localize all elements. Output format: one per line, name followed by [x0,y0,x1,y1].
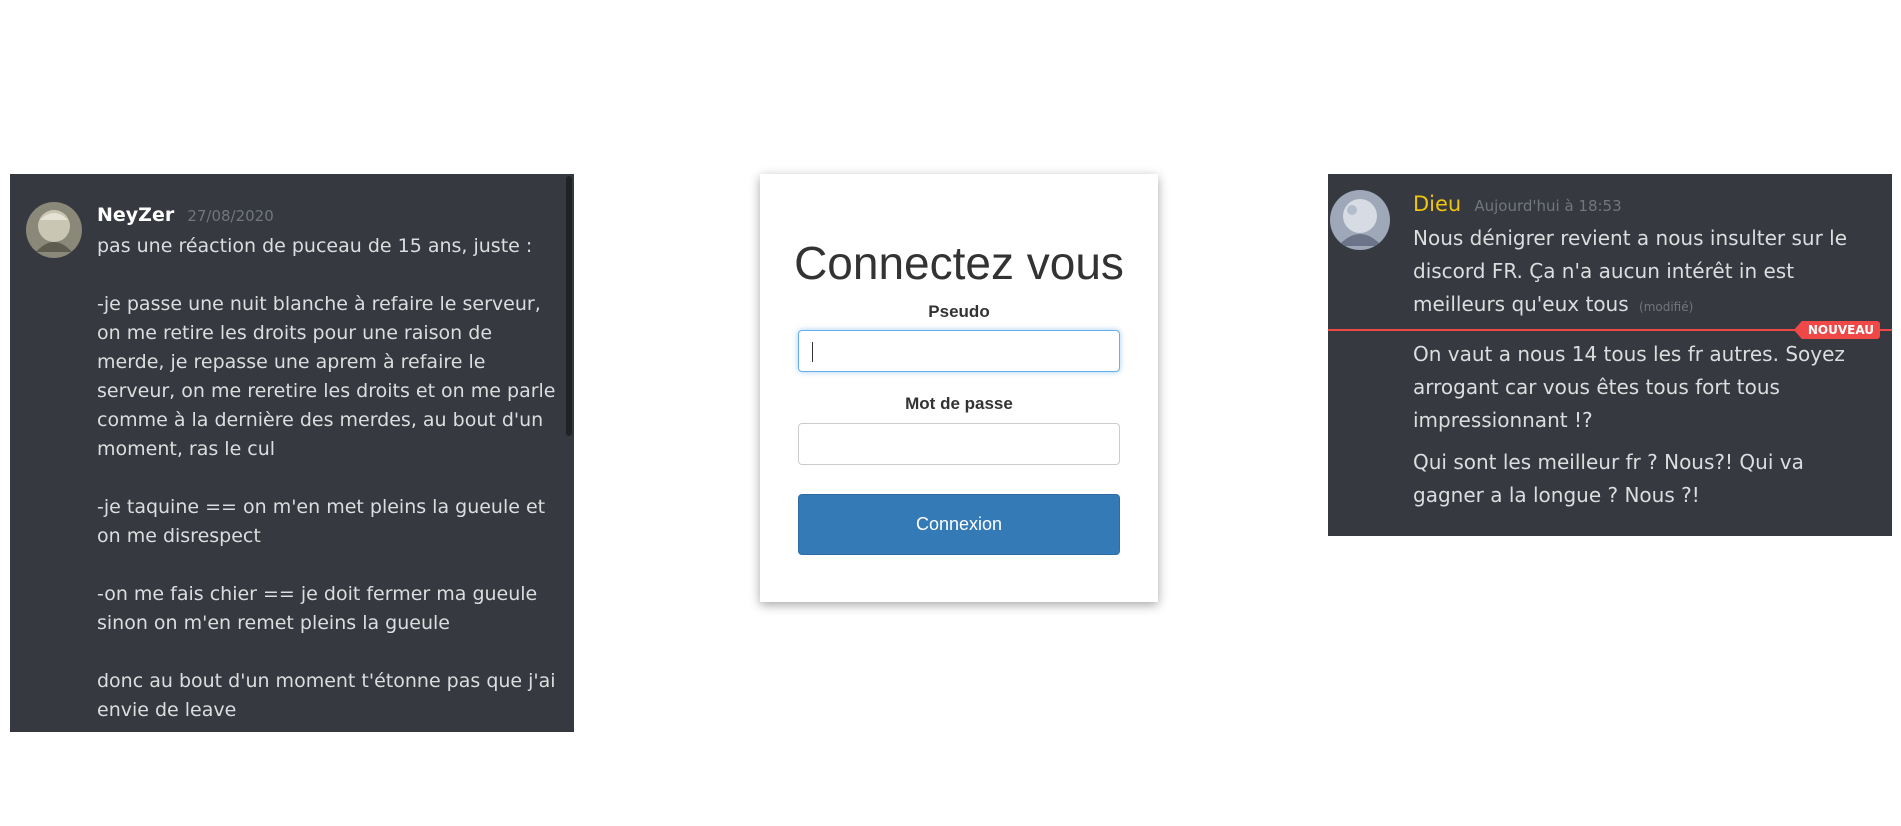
page-title: Connectez vous [794,237,1124,289]
login-button[interactable]: Connexion [798,494,1120,555]
message-content: On vaut a nous 14 tous les fr autres. So… [1413,338,1863,437]
username-input[interactable] [798,330,1120,372]
scrollbar[interactable] [566,176,572,436]
username-label: Pseudo [928,302,990,321]
message-content: Nous dénigrer revient a nous insulter su… [1413,222,1863,324]
message-header: Dieu Aujourd'hui à 18:53 [1413,192,1622,216]
message-line: -je taquine == on m'en met pleins la gue… [97,496,546,547]
timestamp: Aujourd'hui à 18:53 [1474,197,1622,215]
text-cursor [812,342,813,362]
message-line: -je passe une nuit blanche à refaire le … [97,293,556,460]
username[interactable]: Dieu [1413,192,1461,216]
message-content: Qui sont les meilleur fr ? Nous?! Qui va… [1413,446,1863,512]
avatar-icon[interactable] [1330,190,1390,250]
message-line: On vaut a nous 14 tous les fr autres. So… [1413,342,1845,432]
username[interactable]: NeyZer [97,204,174,226]
new-badge: NOUVEAU [1793,321,1880,339]
message-line: donc au bout d'un moment t'étonne pas qu… [97,670,556,721]
login-card: Connectez vous Pseudo Mot de passe Conne… [760,174,1158,602]
message-line: pas une réaction de puceau de 15 ans, ju… [97,235,533,257]
password-input[interactable] [798,423,1120,465]
left-chat-panel: NeyZer 27/08/2020 pas une réaction de pu… [10,174,574,732]
message-content: pas une réaction de puceau de 15 ans, ju… [97,232,557,725]
edited-label: (modifié) [1639,300,1694,314]
timestamp: 27/08/2020 [187,207,274,225]
avatar-icon[interactable] [26,202,82,258]
message-line: -on me fais chier == je doit fermer ma g… [97,583,538,634]
password-label: Mot de passe [905,394,1013,413]
message-line: Qui sont les meilleur fr ? Nous?! Qui va… [1413,450,1804,507]
right-chat-panel: Dieu Aujourd'hui à 18:53 Nous dénigrer r… [1328,174,1892,536]
message-header: NeyZer 27/08/2020 [97,204,274,226]
message-line: Nous dénigrer revient a nous insulter su… [1413,226,1848,316]
